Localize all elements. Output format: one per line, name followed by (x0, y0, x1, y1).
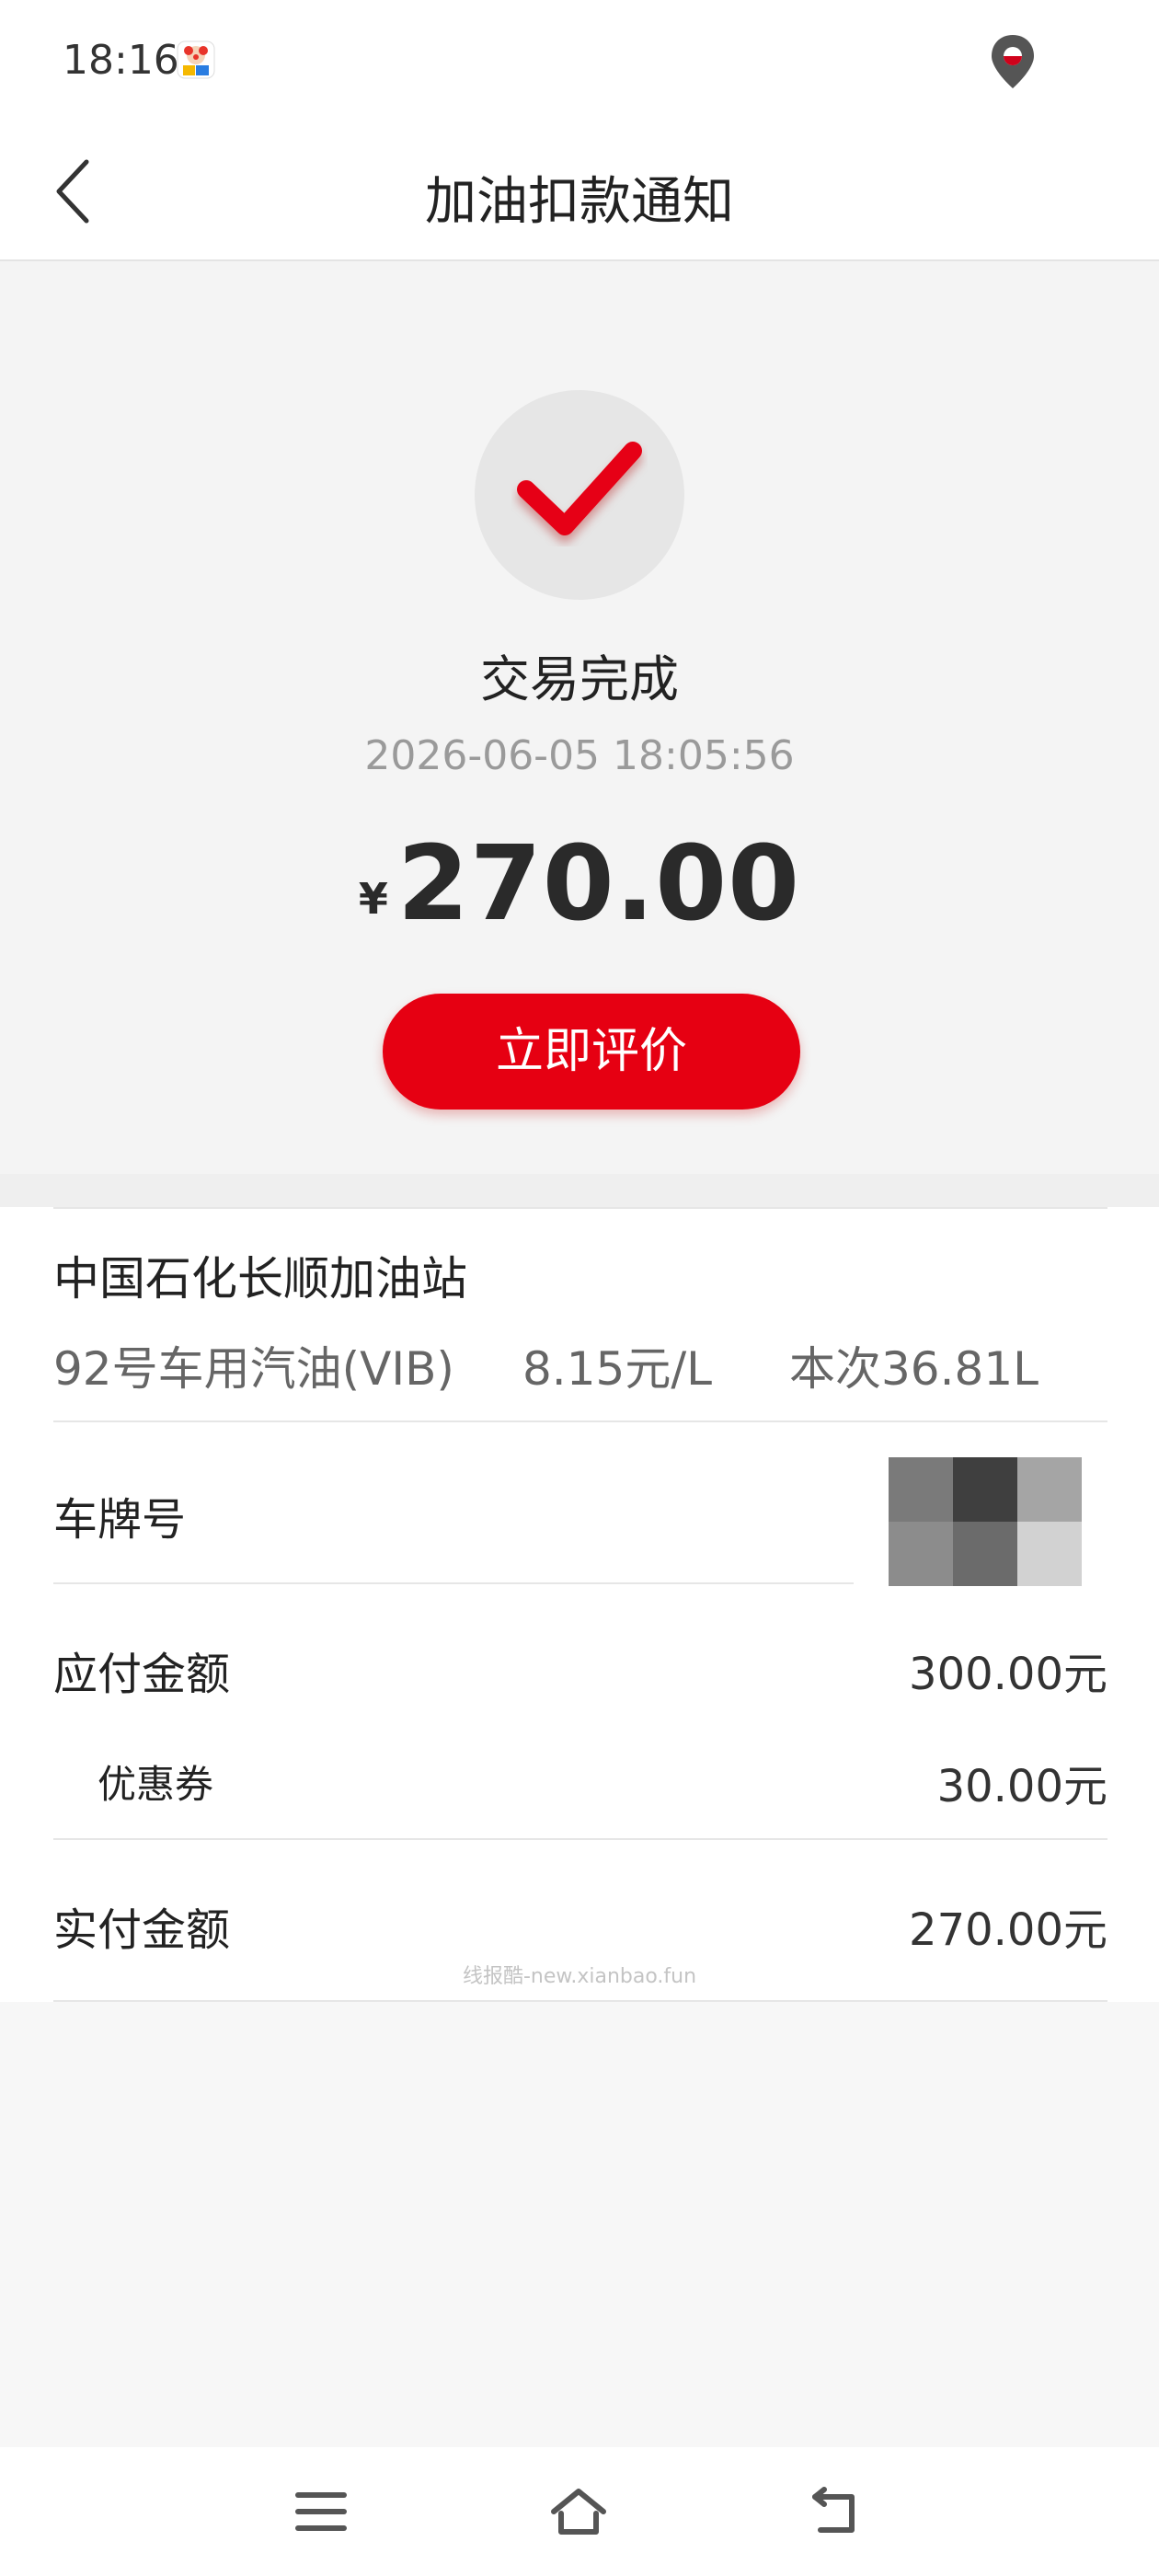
status-bar: 18:16 (0, 0, 1159, 120)
rate-now-button[interactable]: 立即评价 (383, 994, 800, 1110)
checkmark-icon (517, 442, 642, 535)
divider (53, 1582, 854, 1584)
status-time: 18:16 (63, 37, 179, 84)
amount-value: 270.00 (396, 824, 801, 944)
transaction-status: 交易完成 (480, 650, 679, 708)
page-title: 加油扣款通知 (425, 172, 734, 232)
fuel-volume: 本次36.81L (789, 1342, 1039, 1396)
fuel-info: 92号车用汽油(VIB) 8.15元/L 本次36.81L (53, 1332, 1039, 1398)
section-divider (0, 1174, 1159, 1207)
divider (53, 1838, 1107, 1840)
transaction-amount: ¥270.00 (0, 824, 1159, 944)
station-name: 中国石化长顺加油站 (53, 1252, 467, 1305)
coupon-value: 30.00元 (936, 1761, 1107, 1812)
divider (53, 1207, 1107, 1209)
menu-icon[interactable] (293, 2486, 350, 2537)
location-pin-icon (989, 33, 1037, 90)
payable-amount-label: 应付金额 (53, 1649, 231, 1700)
fuel-grade: 92号车用汽油(VIB) (53, 1342, 454, 1396)
watermark: 线报酷-new.xianbao.fun (462, 1965, 697, 1988)
transaction-details: 中国石化长顺加油站 92号车用汽油(VIB) 8.15元/L 本次36.81L 车牌… (0, 1207, 1159, 2002)
success-badge (475, 390, 684, 600)
system-navigation-bar (0, 2447, 1159, 2576)
divider (53, 2000, 1107, 2002)
transaction-summary: 交易完成 2026-06-05 18:05:56 ¥270.00 立即评价 (0, 261, 1159, 1174)
currency-symbol: ¥ (358, 874, 388, 924)
actual-paid-value: 270.00元 (909, 1904, 1107, 1956)
back-arrow-icon[interactable] (808, 2486, 865, 2537)
actual-paid-label: 实付金额 (53, 1904, 231, 1956)
transaction-datetime: 2026-06-05 18:05:56 (364, 732, 795, 779)
clown-app-icon (177, 40, 215, 79)
plate-number-mosaic (889, 1457, 1082, 1586)
divider (53, 1420, 1107, 1422)
navigation-bar: 加油扣款通知 (0, 120, 1159, 261)
payable-amount-value: 300.00元 (909, 1649, 1107, 1700)
home-icon[interactable] (550, 2486, 607, 2537)
plate-number-label: 车牌号 (53, 1494, 187, 1546)
fuel-unit-price: 8.15元/L (522, 1342, 713, 1396)
coupon-label: 优惠券 (98, 1762, 214, 1807)
